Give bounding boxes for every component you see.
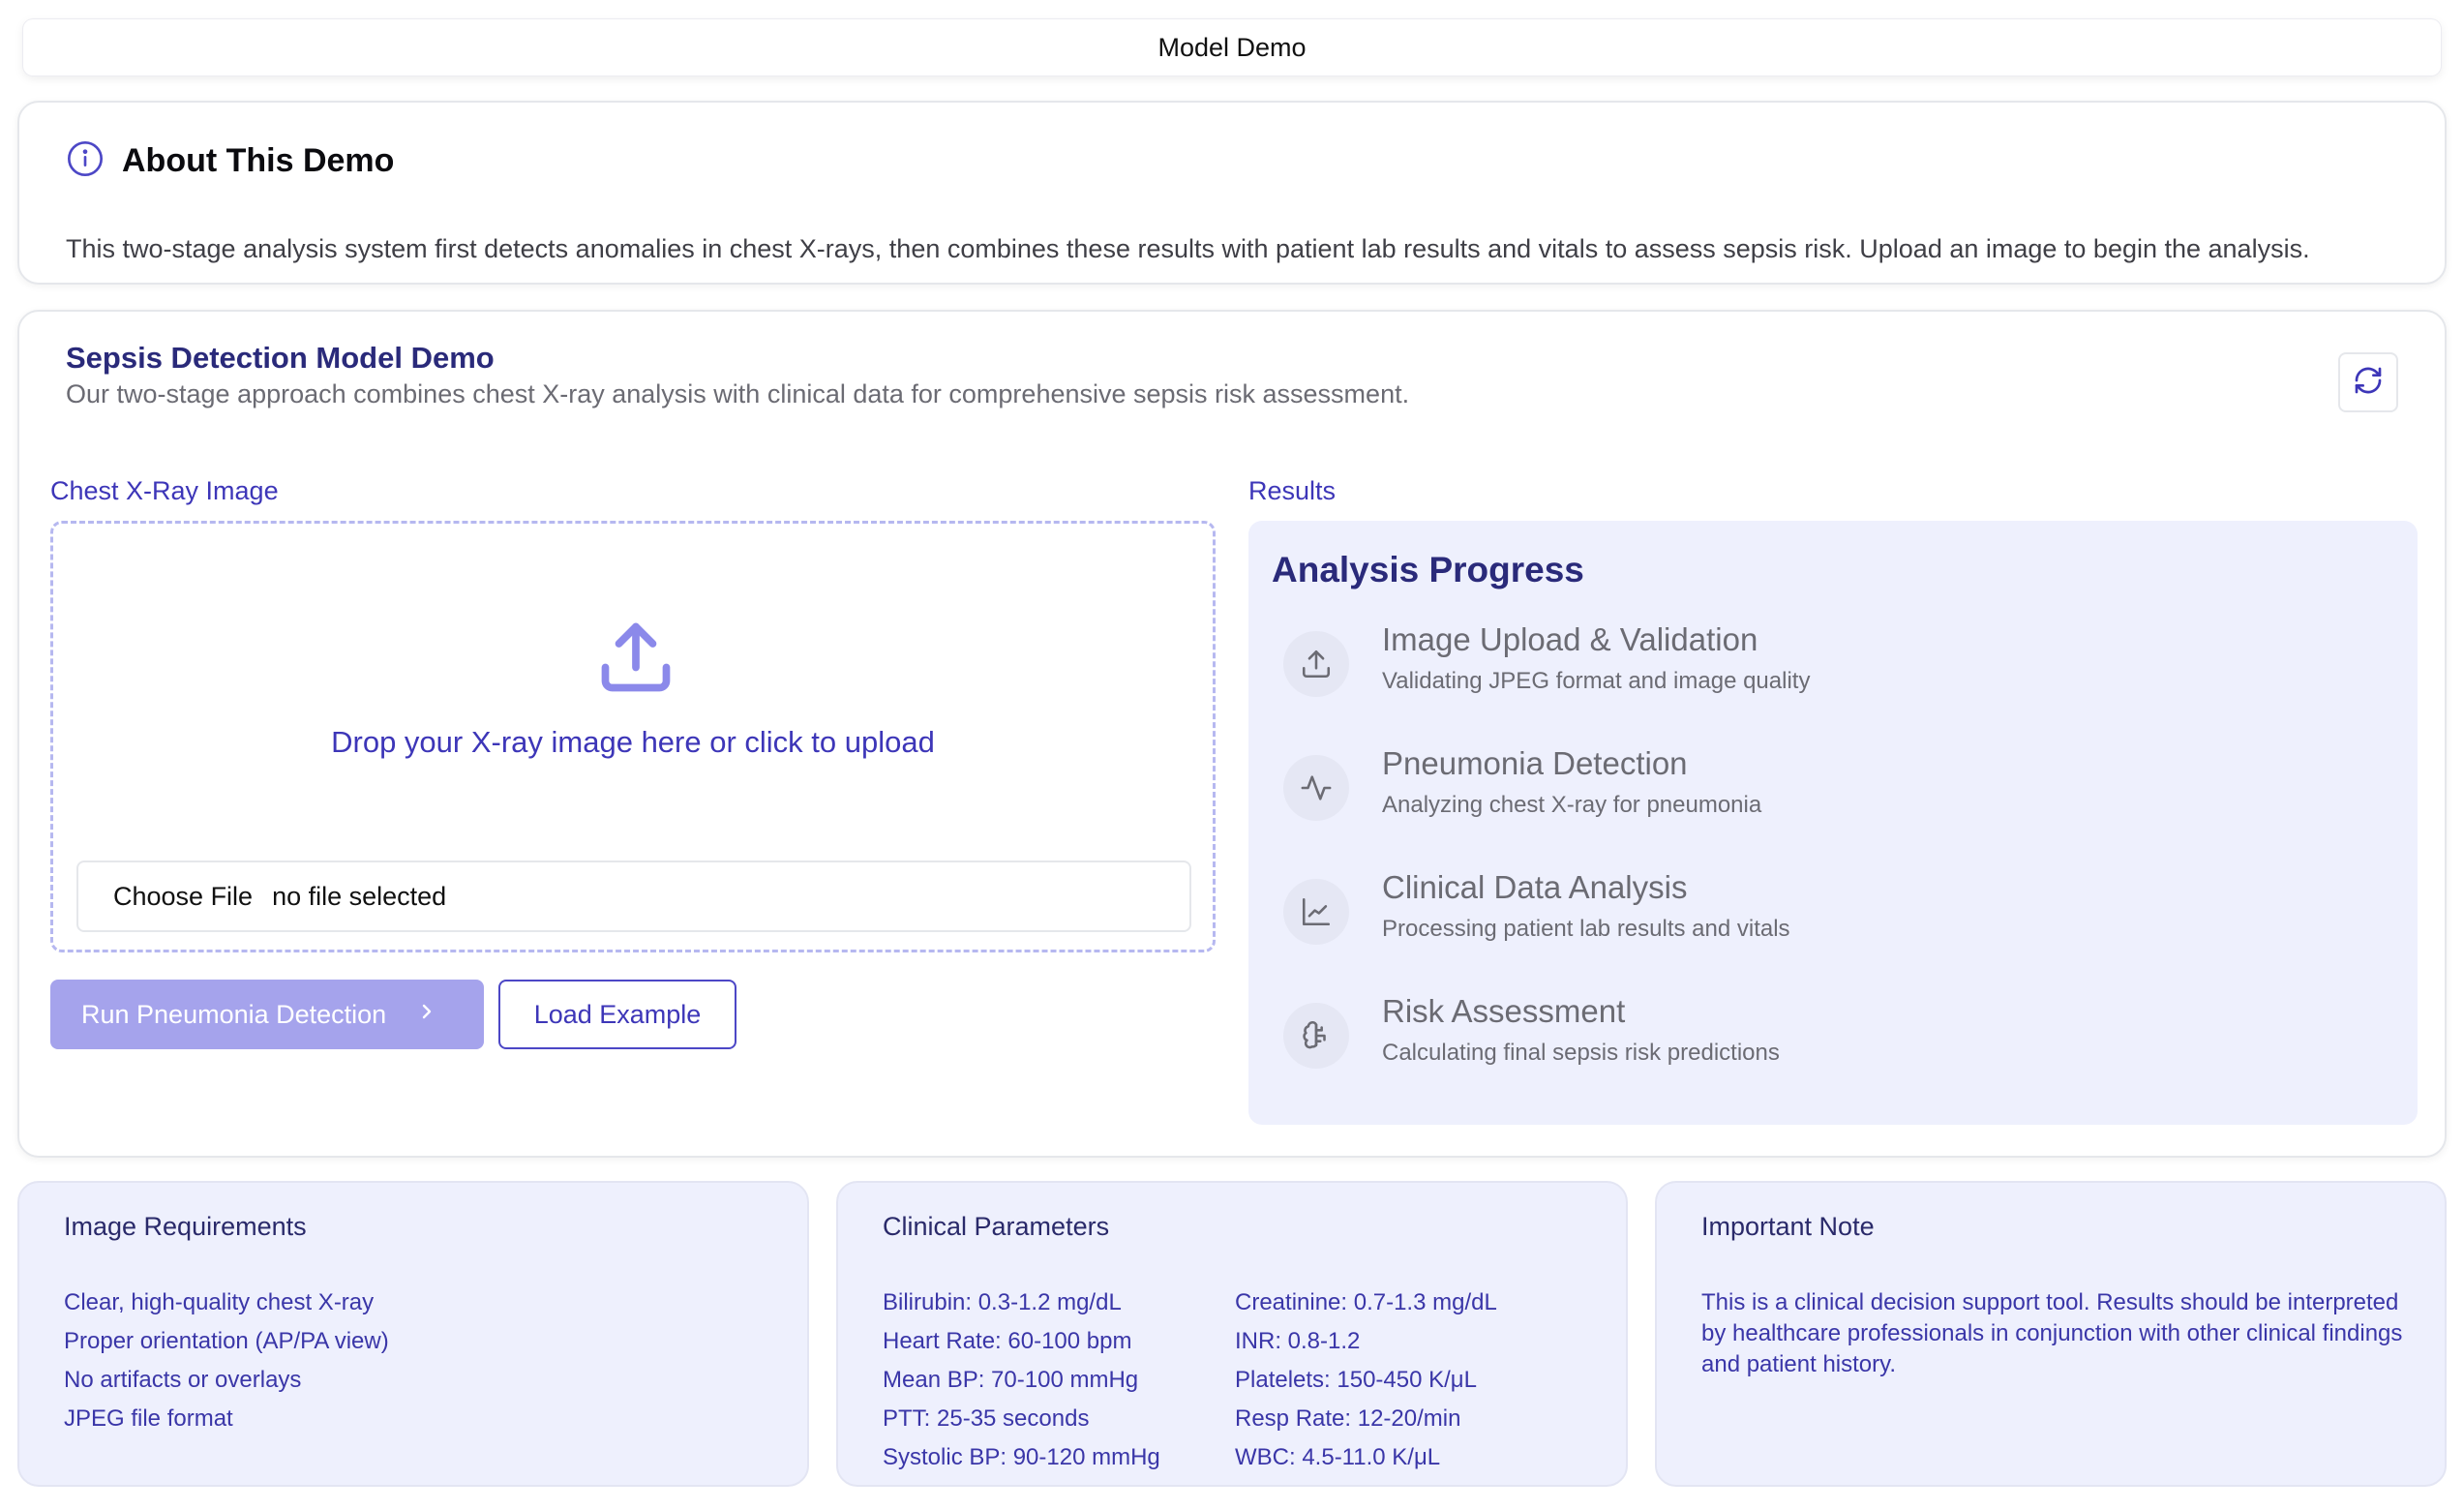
analysis-progress-panel: Analysis Progress Image Upload & Validat… xyxy=(1248,521,2418,1125)
file-input[interactable]: Choose File no file selected xyxy=(76,861,1191,932)
list-item: Creatinine: 0.7-1.3 mg/dL xyxy=(1235,1289,1497,1315)
activity-icon xyxy=(1283,755,1349,821)
step-description: Validating JPEG format and image quality xyxy=(1382,668,1811,694)
xray-section-label: Chest X-Ray Image xyxy=(50,476,279,505)
requirements-list: Clear, high-quality chest X-ray Proper o… xyxy=(64,1284,389,1438)
step-title: Clinical Data Analysis xyxy=(1382,869,1688,905)
run-pneumonia-detection-button[interactable]: Run Pneumonia Detection xyxy=(50,980,484,1049)
clinical-list-left: Bilirubin: 0.3-1.2 mg/dL Heart Rate: 60-… xyxy=(883,1284,1160,1477)
demo-title: Sepsis Detection Model Demo xyxy=(66,341,495,375)
choose-file-button[interactable]: Choose File xyxy=(113,882,253,912)
list-item: Bilirubin: 0.3-1.2 mg/dL xyxy=(883,1289,1122,1315)
list-item: JPEG file format xyxy=(64,1405,233,1432)
step-risk-assessment: Risk Assessment Calculating final sepsis… xyxy=(1283,989,2348,1076)
line-chart-icon xyxy=(1283,879,1349,945)
refresh-icon xyxy=(2353,365,2384,401)
step-description: Analyzing chest X-ray for pneumonia xyxy=(1382,792,1762,818)
results-section-label: Results xyxy=(1248,476,1337,505)
list-item: Proper orientation (AP/PA view) xyxy=(64,1328,389,1354)
list-item: Heart Rate: 60-100 bpm xyxy=(883,1328,1132,1354)
chevron-right-icon xyxy=(415,1000,438,1030)
list-item: Clear, high-quality chest X-ray xyxy=(64,1289,375,1315)
dropzone-text[interactable]: Drop your X-ray image here or click to u… xyxy=(53,725,1213,760)
about-card: About This Demo This two-stage analysis … xyxy=(17,101,2447,285)
upload-icon xyxy=(595,617,676,703)
list-item: Platelets: 150-450 K/μL xyxy=(1235,1367,1477,1393)
step-title: Risk Assessment xyxy=(1382,993,1626,1029)
clinical-list-right: Creatinine: 0.7-1.3 mg/dL INR: 0.8-1.2 P… xyxy=(1235,1284,1497,1477)
step-description: Processing patient lab results and vital… xyxy=(1382,916,1790,942)
list-item: WBC: 4.5-11.0 K/μL xyxy=(1235,1444,1441,1470)
list-item: Mean BP: 70-100 mmHg xyxy=(883,1367,1139,1393)
demo-subtitle: Our two-stage approach combines chest X-… xyxy=(66,379,1410,408)
analysis-progress-title: Analysis Progress xyxy=(1272,550,1584,589)
brain-icon xyxy=(1283,1003,1349,1069)
clinical-title: Clinical Parameters xyxy=(883,1212,1110,1241)
upload-dropzone[interactable]: Drop your X-ray image here or click to u… xyxy=(50,521,1216,952)
list-item: PTT: 25-35 seconds xyxy=(883,1405,1090,1432)
note-title: Important Note xyxy=(1701,1212,1875,1241)
important-note-card: Important Note This is a clinical decisi… xyxy=(1655,1181,2447,1487)
requirements-title: Image Requirements xyxy=(64,1212,307,1241)
list-item: Systolic BP: 90-120 mmHg xyxy=(883,1444,1160,1470)
info-icon xyxy=(66,139,105,183)
step-clinical-data: Clinical Data Analysis Processing patien… xyxy=(1283,865,2348,952)
file-status: no file selected xyxy=(272,881,447,911)
step-pneumonia-detection: Pneumonia Detection Analyzing chest X-ra… xyxy=(1283,741,2348,829)
demo-card: Sepsis Detection Model Demo Our two-stag… xyxy=(17,310,2447,1158)
step-title: Pneumonia Detection xyxy=(1382,745,1688,781)
top-bar: Model Demo xyxy=(23,19,2441,76)
step-title: Image Upload & Validation xyxy=(1382,621,1758,657)
list-item: No artifacts or overlays xyxy=(64,1367,302,1393)
list-item: Resp Rate: 12-20/min xyxy=(1235,1405,1461,1432)
about-title: About This Demo xyxy=(122,142,395,179)
clinical-parameters-card: Clinical Parameters Bilirubin: 0.3-1.2 m… xyxy=(836,1181,1628,1487)
step-description: Calculating final sepsis risk prediction… xyxy=(1382,1040,1780,1066)
list-item: INR: 0.8-1.2 xyxy=(1235,1328,1361,1354)
upload-icon xyxy=(1283,631,1349,697)
app-title: Model Demo xyxy=(1157,32,1307,62)
run-button-label: Run Pneumonia Detection xyxy=(81,999,387,1029)
step-image-upload: Image Upload & Validation Validating JPE… xyxy=(1283,618,2348,705)
about-description: This two-stage analysis system first det… xyxy=(66,234,2310,263)
image-requirements-card: Image Requirements Clear, high-quality c… xyxy=(17,1181,809,1487)
load-example-button[interactable]: Load Example xyxy=(498,980,736,1049)
about-header: About This Demo xyxy=(66,139,394,183)
refresh-button[interactable] xyxy=(2338,352,2398,412)
note-text: This is a clinical decision support tool… xyxy=(1701,1289,2403,1377)
